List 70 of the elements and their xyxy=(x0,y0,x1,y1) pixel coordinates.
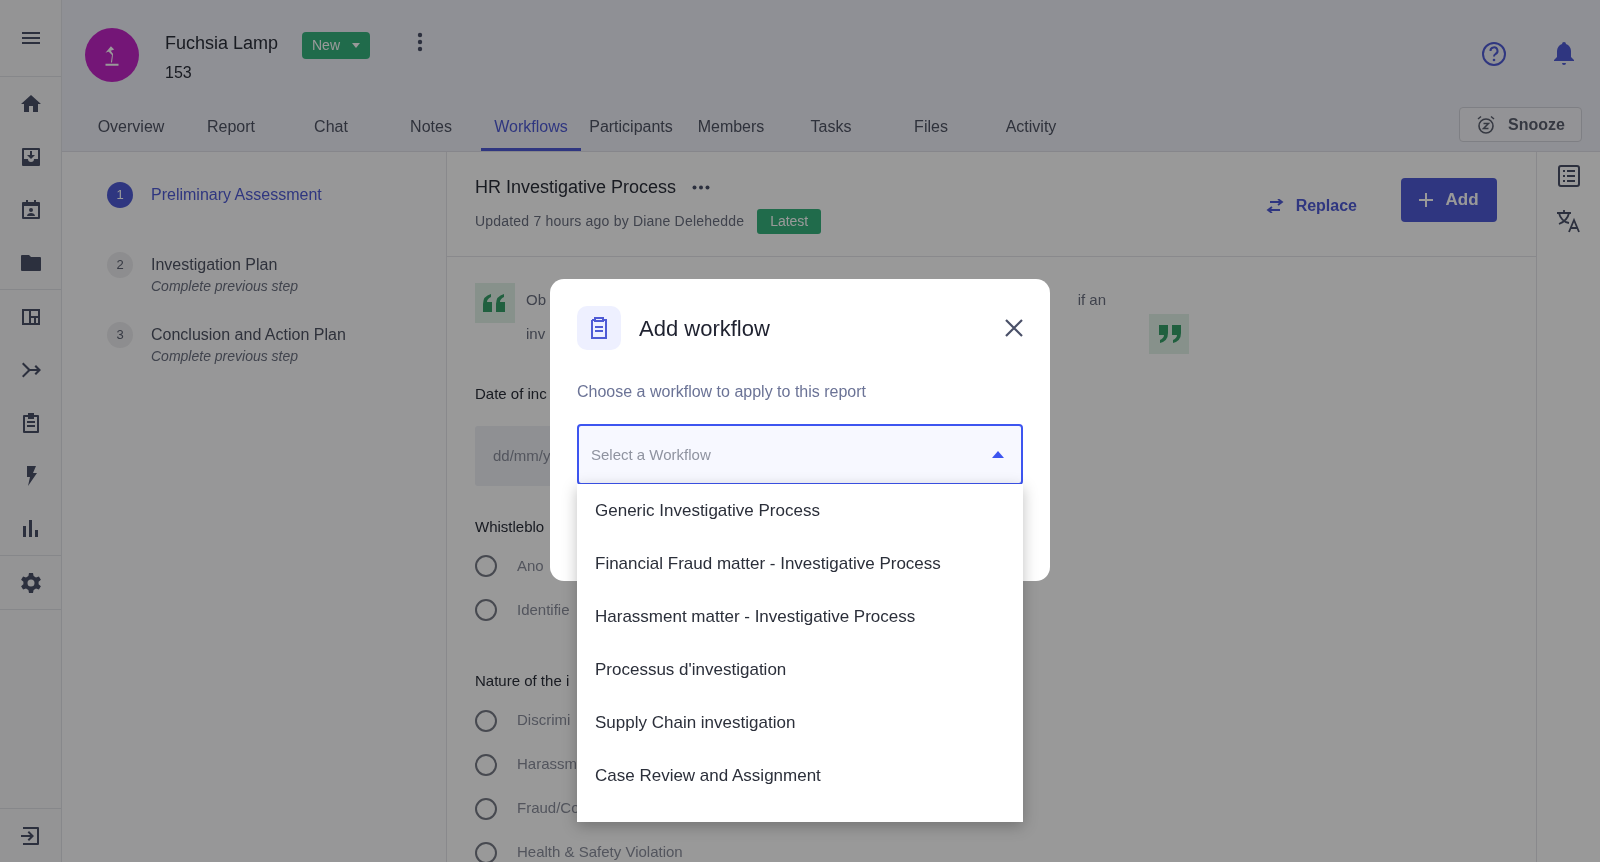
radio-button[interactable] xyxy=(475,753,497,776)
dialog-subtitle: Choose a workflow to apply to this report xyxy=(577,382,868,402)
plus-icon xyxy=(1419,193,1434,207)
case-number: 153 xyxy=(165,63,192,83)
step-number: 1 xyxy=(107,182,133,208)
dialog-title: Add workflow xyxy=(639,314,771,343)
quote-text: if an xyxy=(1077,290,1106,310)
updated-text: Updated 7 hours ago by Diane Delehedde xyxy=(475,212,745,231)
tab[interactable]: Report xyxy=(181,105,281,151)
workflow-select[interactable]: Select a Workflow xyxy=(577,424,1023,485)
quote-text: Ob xyxy=(526,290,546,310)
close-icon xyxy=(1005,319,1023,337)
more-icon[interactable] xyxy=(417,32,423,52)
radio-label: Discrimi xyxy=(517,710,571,731)
quote-text: inv xyxy=(526,324,546,344)
help-icon[interactable] xyxy=(1481,41,1507,67)
tab[interactable]: Files xyxy=(881,105,981,151)
dropdown-item[interactable]: Generic Investigative Process xyxy=(577,484,1023,537)
snooze-button[interactable]: Snooze xyxy=(1459,107,1582,142)
step-title[interactable]: Conclusion and Action Plan xyxy=(151,322,346,348)
dropdown-item[interactable]: Case Review and Assignment xyxy=(577,749,1023,802)
tab[interactable]: Overview xyxy=(81,105,181,151)
step-number: 3 xyxy=(107,322,133,348)
radio-label: Fraud/Co xyxy=(517,798,580,819)
tab[interactable]: Notes xyxy=(381,105,481,151)
dropdown-item[interactable]: Supply Chain investigation xyxy=(577,696,1023,749)
step-title[interactable]: Preliminary Assessment xyxy=(151,182,322,208)
step-number: 2 xyxy=(107,252,133,278)
step-status: Complete previous step xyxy=(151,278,299,294)
swap-icon xyxy=(1265,199,1284,213)
radio-label: Ano xyxy=(517,555,544,576)
quote-mark-icon xyxy=(1157,325,1181,343)
list-icon[interactable] xyxy=(1557,165,1580,187)
clipboard-icon xyxy=(589,317,609,339)
step-title[interactable]: Investigation Plan xyxy=(151,252,299,278)
add-button[interactable]: Add xyxy=(1401,178,1497,222)
dropdown-item[interactable]: Harassment matter - Investigative Process xyxy=(577,590,1023,643)
replace-button[interactable]: Replace xyxy=(1259,184,1363,228)
radio-button[interactable] xyxy=(475,841,497,862)
more-icon[interactable] xyxy=(692,185,711,190)
field-label: Whistleblo xyxy=(475,516,545,537)
translate-icon[interactable] xyxy=(1555,209,1582,233)
radio-button[interactable] xyxy=(475,709,497,732)
status-dropdown[interactable]: New xyxy=(302,32,370,59)
tab[interactable]: Members xyxy=(681,105,781,151)
radio-label: Identifie xyxy=(517,599,570,620)
radio-label: Harassm xyxy=(517,754,577,775)
tab[interactable]: Chat xyxy=(281,105,381,151)
caret-icon xyxy=(352,43,360,48)
close-button[interactable] xyxy=(1005,319,1023,337)
tab[interactable]: Activity xyxy=(981,105,1081,151)
workflow-title: HR Investigative Process xyxy=(475,176,677,199)
tab[interactable]: Participants xyxy=(581,105,681,151)
field-label: Nature of the i xyxy=(475,671,570,691)
step-status: Complete previous step xyxy=(151,348,300,364)
dropdown-item[interactable]: Processus d'investigation xyxy=(577,643,1023,696)
field-label: Date of inc xyxy=(475,384,547,404)
alarm-clock-icon xyxy=(1476,114,1497,135)
radio-button[interactable] xyxy=(475,599,497,621)
dropdown-item[interactable]: Financial Fraud matter - Investigative Process xyxy=(577,537,1023,590)
tab[interactable]: Workflows xyxy=(481,105,581,151)
radio-button[interactable] xyxy=(475,797,497,820)
tab[interactable]: Tasks xyxy=(781,105,881,151)
settings-icon[interactable] xyxy=(18,570,43,595)
case-title: Fuchsia Lamp xyxy=(165,32,279,55)
version-badge: Latest xyxy=(757,209,822,234)
quote-mark-icon xyxy=(483,294,507,312)
radio-button[interactable] xyxy=(475,555,497,577)
bell-icon[interactable] xyxy=(1552,41,1576,67)
radio-label: Health & Safety Violation xyxy=(517,842,683,862)
